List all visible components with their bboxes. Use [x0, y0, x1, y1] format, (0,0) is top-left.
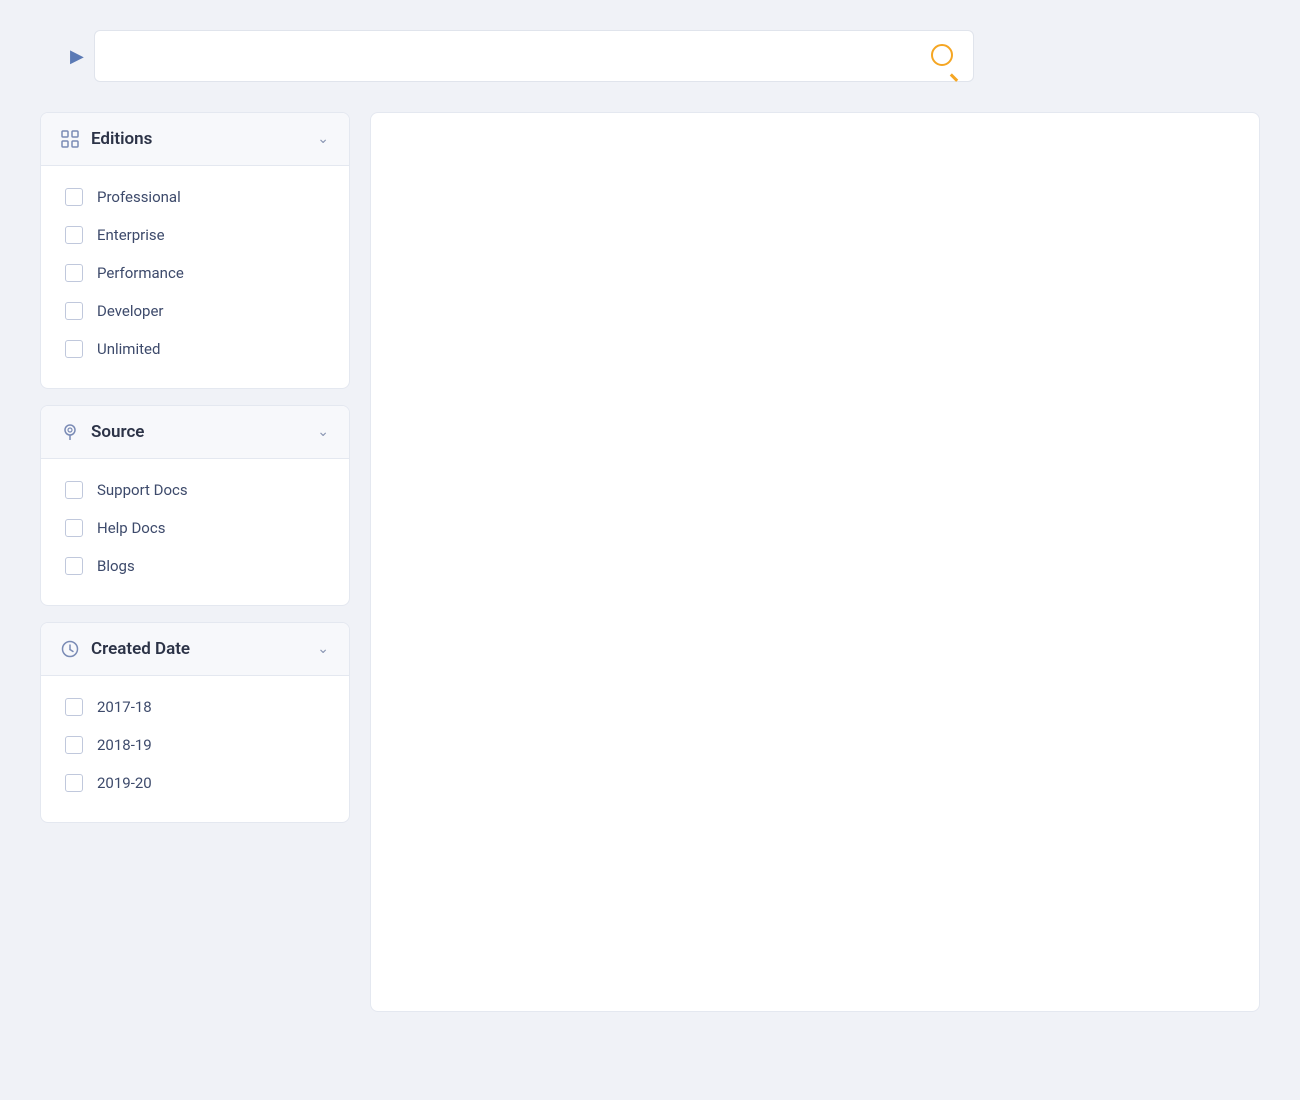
editions-filter-section: Editions ⌄ Professional Enterprise	[40, 112, 350, 389]
search-bar-area: ▶	[70, 30, 1260, 82]
year-2019-20-label: 2019-20	[97, 774, 152, 792]
list-item[interactable]: Performance	[61, 254, 329, 292]
professional-label: Professional	[97, 188, 181, 206]
list-item[interactable]: Professional	[61, 178, 329, 216]
list-item[interactable]: 2018-19	[61, 726, 329, 764]
editions-header-left: Editions	[61, 129, 152, 149]
search-wrapper	[94, 30, 974, 82]
search-icon-handle	[950, 73, 958, 81]
year-2018-19-label: 2018-19	[97, 736, 152, 754]
year-2017-18-label: 2017-18	[97, 698, 152, 716]
source-header-left: Source	[61, 422, 144, 442]
created-date-chevron-icon: ⌄	[317, 641, 329, 657]
editions-title: Editions	[91, 129, 152, 149]
created-date-filter-body: 2017-18 2018-19 2019-20	[41, 676, 349, 822]
help-docs-checkbox[interactable]	[65, 519, 83, 537]
cursor-indicator: ▶	[70, 46, 84, 67]
source-title: Source	[91, 422, 144, 442]
enterprise-checkbox[interactable]	[65, 226, 83, 244]
list-item[interactable]: Developer	[61, 292, 329, 330]
editions-filter-body: Professional Enterprise Performance Deve…	[41, 166, 349, 388]
year-2017-18-checkbox[interactable]	[65, 698, 83, 716]
blogs-label: Blogs	[97, 557, 135, 575]
blogs-checkbox[interactable]	[65, 557, 83, 575]
created-date-header-left: Created Date	[61, 639, 190, 659]
performance-checkbox[interactable]	[65, 264, 83, 282]
list-item[interactable]: 2017-18	[61, 688, 329, 726]
search-icon	[931, 44, 953, 66]
source-icon	[61, 423, 79, 441]
sidebar: Editions ⌄ Professional Enterprise	[40, 112, 350, 1012]
professional-checkbox[interactable]	[65, 188, 83, 206]
page-container: ▶	[0, 0, 1300, 1042]
list-item[interactable]: 2019-20	[61, 764, 329, 802]
source-filter-section: Source ⌄ Support Docs Help Docs	[40, 405, 350, 606]
list-item[interactable]: Enterprise	[61, 216, 329, 254]
enterprise-label: Enterprise	[97, 226, 165, 244]
help-docs-label: Help Docs	[97, 519, 165, 537]
support-docs-checkbox[interactable]	[65, 481, 83, 499]
content-area	[370, 112, 1260, 1012]
list-item[interactable]: Help Docs	[61, 509, 329, 547]
source-filter-body: Support Docs Help Docs Blogs	[41, 459, 349, 605]
editions-icon	[61, 130, 79, 148]
source-filter-header[interactable]: Source ⌄	[41, 406, 349, 459]
unlimited-label: Unlimited	[97, 340, 160, 358]
search-input[interactable]	[107, 48, 925, 65]
main-layout: Editions ⌄ Professional Enterprise	[40, 112, 1260, 1012]
year-2019-20-checkbox[interactable]	[65, 774, 83, 792]
source-chevron-icon: ⌄	[317, 424, 329, 440]
list-item[interactable]: Blogs	[61, 547, 329, 585]
editions-chevron-icon: ⌄	[317, 131, 329, 147]
unlimited-checkbox[interactable]	[65, 340, 83, 358]
search-button[interactable]	[925, 38, 961, 74]
editions-filter-header[interactable]: Editions ⌄	[41, 113, 349, 166]
created-date-icon	[61, 640, 79, 658]
developer-checkbox[interactable]	[65, 302, 83, 320]
created-date-title: Created Date	[91, 639, 190, 659]
developer-label: Developer	[97, 302, 164, 320]
list-item[interactable]: Unlimited	[61, 330, 329, 368]
created-date-filter-section: Created Date ⌄ 2017-18 2018-19	[40, 622, 350, 823]
list-item[interactable]: Support Docs	[61, 471, 329, 509]
year-2018-19-checkbox[interactable]	[65, 736, 83, 754]
performance-label: Performance	[97, 264, 184, 282]
created-date-filter-header[interactable]: Created Date ⌄	[41, 623, 349, 676]
support-docs-label: Support Docs	[97, 481, 188, 499]
